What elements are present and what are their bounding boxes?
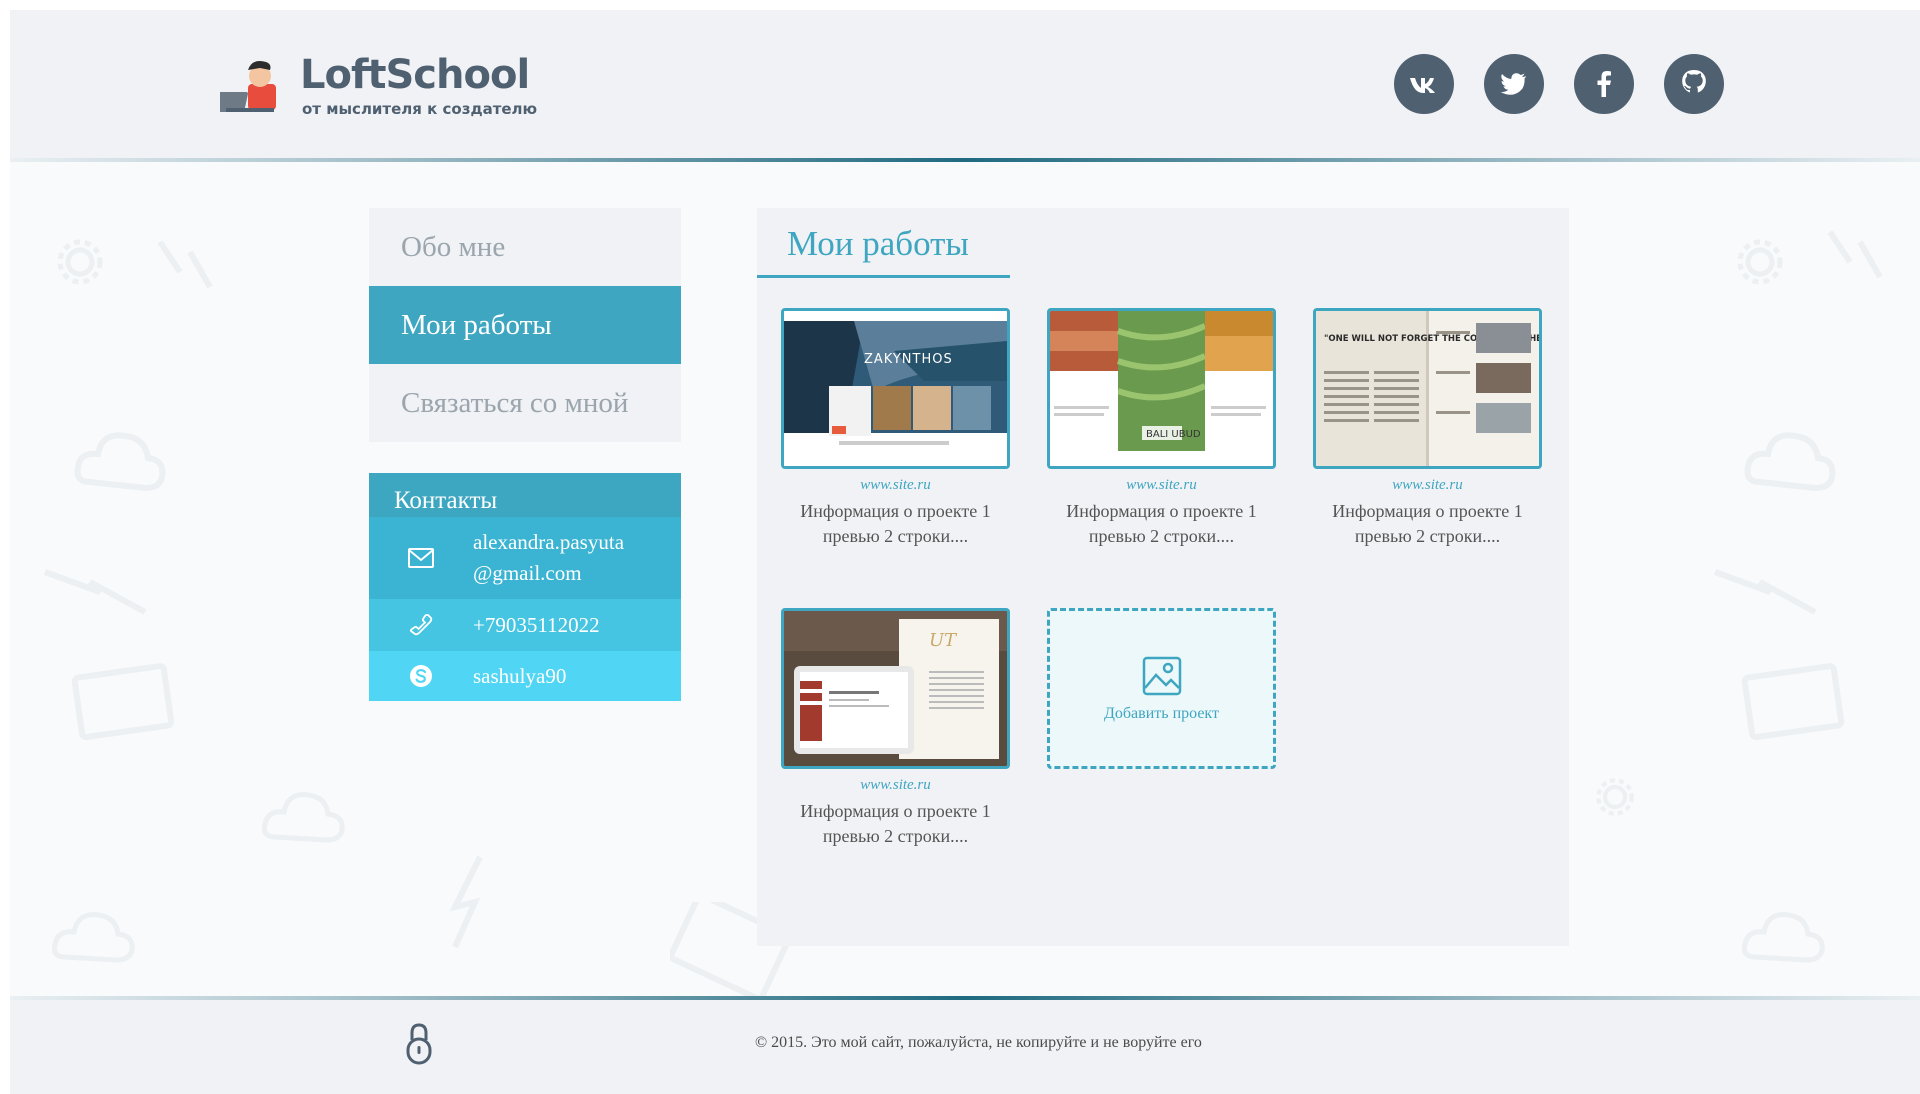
page: LoftSchool от мыслителя к создателю Обо … [10, 10, 1920, 1094]
social-links [1394, 54, 1724, 114]
phone-icon [369, 612, 473, 638]
side-nav: Обо мне Мои работы Связаться со мной [369, 208, 681, 442]
nav-item-about[interactable]: Обо мне [369, 208, 681, 286]
add-project-label: Добавить проект [1104, 704, 1219, 722]
github-link[interactable] [1664, 54, 1724, 114]
twitter-link[interactable] [1484, 54, 1544, 114]
facebook-link[interactable] [1574, 54, 1634, 114]
nav-item-contact[interactable]: Связаться со мной [369, 364, 681, 442]
project-desc-line-1: Информация о проекте 1 [800, 801, 991, 821]
project-card: UT www.site.ru Информация о проекте 1 пр… [781, 608, 1010, 849]
thumb-text: ZAKYNTHOS [864, 352, 953, 367]
nav-item-works[interactable]: Мои работы [369, 286, 681, 364]
add-project-button[interactable]: Добавить проект [1047, 608, 1276, 769]
project-link[interactable]: www.site.ru [1313, 477, 1542, 494]
skype-text: sashulya90 [473, 663, 567, 688]
project-desc-line-2: превью 2 строки.... [1088, 526, 1235, 546]
thumb-text: UT [929, 630, 958, 651]
email-line-2: @gmail.com [473, 561, 582, 585]
project-description: Информация о проекте 1 превью 2 строки..… [1313, 499, 1542, 549]
twitter-icon [1500, 73, 1526, 95]
project-card: "ONE WILL NOT FORGET THE COLOUR ON THESE… [1313, 308, 1542, 549]
project-description: Информация о проекте 1 превью 2 строки..… [781, 499, 1010, 549]
project-description: Информация о проекте 1 превью 2 строки..… [1047, 499, 1276, 549]
project-desc-line-2: превью 2 строки.... [822, 826, 969, 846]
project-desc-line-1: Информация о проекте 1 [1066, 501, 1257, 521]
email-line-1: alexandra.pasyuta [473, 530, 625, 554]
project-preview-image: ZAKYNTHOS [784, 311, 1007, 466]
works-panel: Мои работы ZAKYNTHOS www.site.ru Информа… [757, 208, 1569, 946]
vk-icon [1410, 78, 1435, 93]
project-thumbnail[interactable]: UT [781, 608, 1010, 769]
github-icon [1682, 70, 1706, 93]
project-preview-image: BALI UBUD [1050, 311, 1273, 466]
skype-icon [369, 663, 473, 689]
logo-title: LoftSchool [300, 52, 530, 98]
project-desc-line-2: превью 2 строки.... [1354, 526, 1501, 546]
header-divider [10, 158, 1920, 162]
logo-mascot-icon [220, 61, 276, 112]
project-card: ZAKYNTHOS www.site.ru Информация о проек… [781, 308, 1010, 549]
copyright-text: © 2015. Это мой сайт, пожалуйста, не коп… [755, 1034, 1202, 1051]
project-preview-image: "ONE WILL NOT FORGET THE COLOUR ON THESE… [1316, 311, 1539, 466]
project-description: Информация о проекте 1 превью 2 строки..… [781, 799, 1010, 849]
project-link[interactable]: www.site.ru [781, 477, 1010, 494]
footer: © 2015. Это мой сайт, пожалуйста, не коп… [10, 1000, 1920, 1094]
vk-link[interactable] [1394, 54, 1454, 114]
project-preview-image: UT [784, 611, 1007, 766]
project-link[interactable]: www.site.ru [1047, 477, 1276, 494]
email-text: alexandra.pasyuta @gmail.com [473, 527, 624, 589]
project-thumbnail[interactable]: ZAKYNTHOS [781, 308, 1010, 469]
title-underline [757, 275, 1010, 278]
page-title: Мои работы [787, 224, 969, 263]
project-desc-line-1: Информация о проекте 1 [800, 501, 991, 521]
header: LoftSchool от мыслителя к создателю [10, 10, 1920, 158]
project-desc-line-2: превью 2 строки.... [822, 526, 969, 546]
contact-skype[interactable]: sashulya90 [369, 651, 681, 701]
project-link[interactable]: www.site.ru [781, 777, 1010, 794]
phone-text: +79035112022 [473, 612, 600, 637]
contacts-block: Контакты alexandra.pasyuta @gmail.com +7… [369, 473, 681, 701]
project-desc-line-1: Информация о проекте 1 [1332, 501, 1523, 521]
project-thumbnail[interactable]: "ONE WILL NOT FORGET THE COLOUR ON THESE… [1313, 308, 1542, 469]
logo[interactable]: LoftSchool от мыслителя к создателю [220, 52, 540, 122]
contacts-title: Контакты [369, 473, 681, 517]
image-icon [1142, 656, 1181, 695]
mail-icon [369, 547, 473, 569]
contact-email[interactable]: alexandra.pasyuta @gmail.com [369, 517, 681, 599]
project-thumbnail[interactable]: BALI UBUD [1047, 308, 1276, 469]
facebook-icon [1597, 71, 1611, 97]
contact-phone[interactable]: +79035112022 [369, 599, 681, 651]
project-card: BALI UBUD www.site.ru Информация о проек… [1047, 308, 1276, 549]
logo-subtitle: от мыслителя к создателю [302, 100, 538, 118]
lock-icon[interactable] [405, 1022, 433, 1066]
thumb-text: BALI UBUD [1146, 429, 1201, 440]
